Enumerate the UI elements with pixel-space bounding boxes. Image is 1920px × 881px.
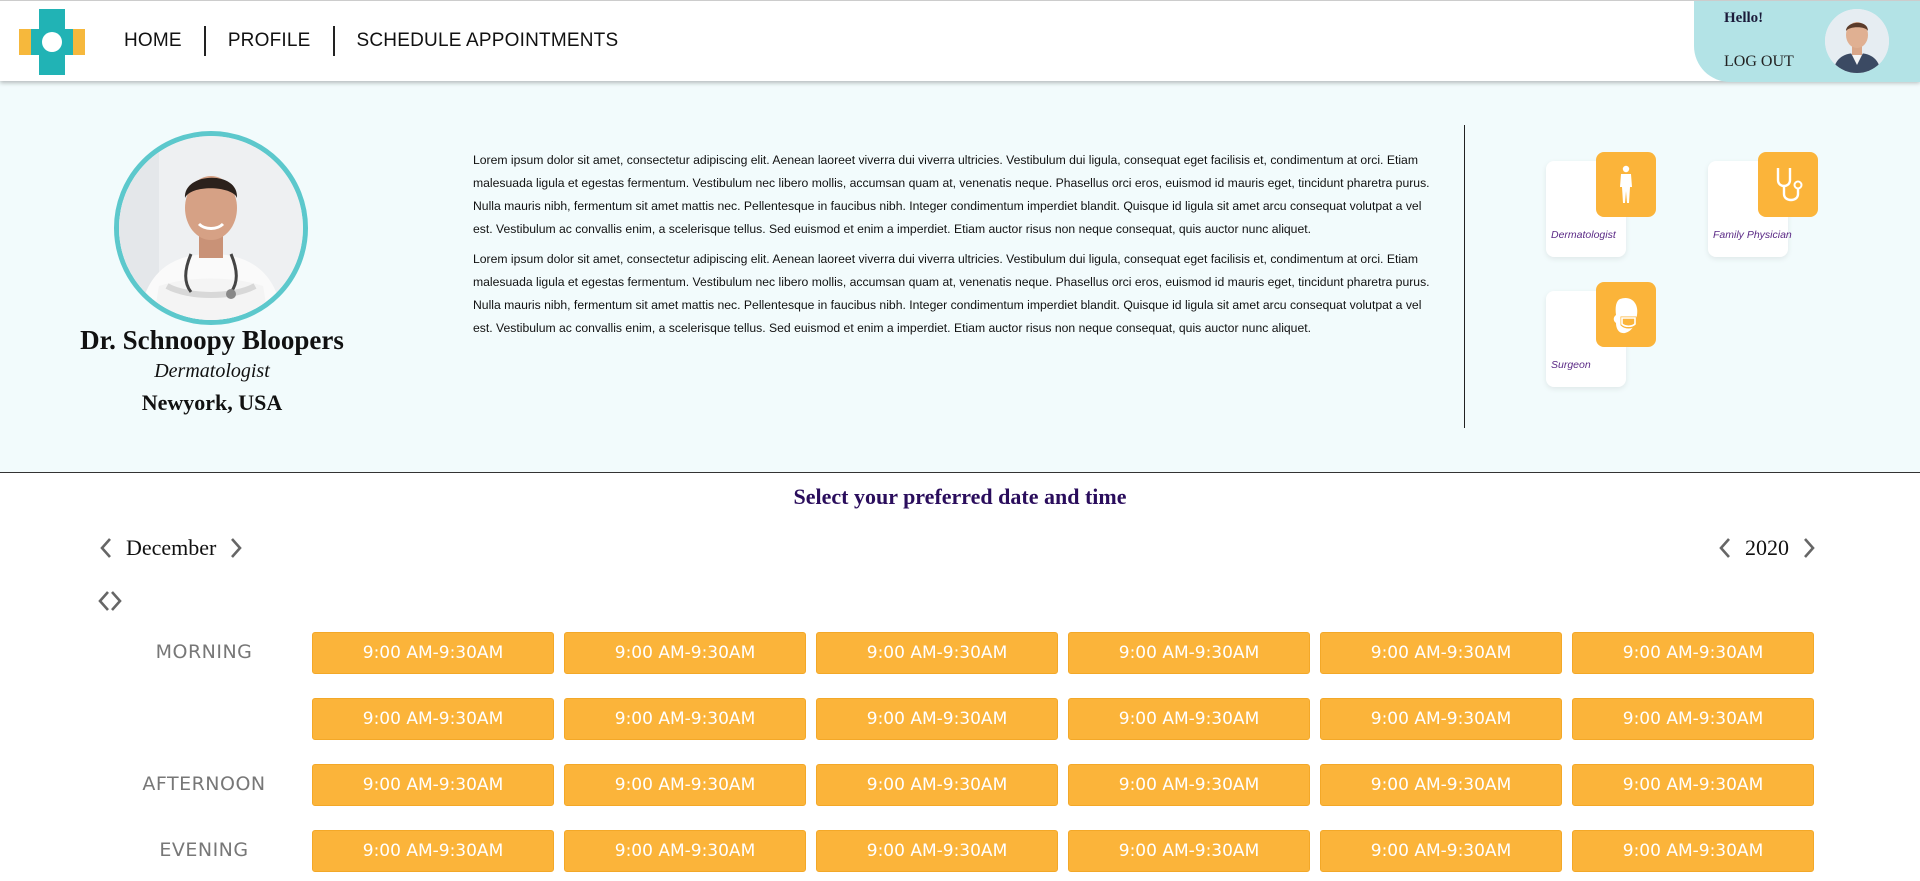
doctor-bio: Lorem ipsum dolor sit amet, consectetur … [473, 149, 1439, 347]
time-slot-button[interactable]: 9:00 AM-9:30AM [816, 698, 1058, 740]
human-body-icon [1596, 152, 1656, 217]
slot-row-morning-1: 9:00 AM-9:30AM 9:00 AM-9:30AM 9:00 AM-9:… [312, 632, 1814, 674]
year-label: 2020 [1745, 535, 1789, 560]
time-slot-button[interactable]: 9:00 AM-9:30AM [1572, 632, 1814, 674]
greeting-text: Hello! [1724, 10, 1764, 26]
doctor-name: Dr. Schnoopy Bloopers [80, 325, 344, 355]
month-selector: December [96, 534, 246, 562]
chevron-right-icon [231, 538, 243, 558]
user-avatar-icon [1825, 9, 1889, 73]
schedule-title: Select your preferred date and time [793, 484, 1127, 509]
nav-home-link[interactable]: HOME [102, 26, 204, 56]
period-label-evening: EVENING [159, 839, 249, 861]
doctor-portrait-icon [119, 136, 303, 320]
user-panel: Hello! LOG OUT [1694, 1, 1920, 82]
specialty-label: Dermatologist [1551, 229, 1616, 241]
time-slot-button[interactable]: 9:00 AM-9:30AM [816, 632, 1058, 674]
time-slot-button[interactable]: 9:00 AM-9:30AM [1068, 632, 1310, 674]
top-navbar: HOME PROFILE SCHEDULE APPOINTMENTS Hello… [0, 0, 1920, 82]
next-month-button[interactable] [226, 534, 246, 562]
time-slot-button[interactable]: 9:00 AM-9:30AM [312, 830, 554, 872]
time-slot-button[interactable]: 9:00 AM-9:30AM [1320, 698, 1562, 740]
time-slot-button[interactable]: 9:00 AM-9:30AM [816, 764, 1058, 806]
time-slot-button[interactable]: 9:00 AM-9:30AM [1068, 698, 1310, 740]
time-slot-button[interactable]: 9:00 AM-9:30AM [564, 698, 806, 740]
month-label: December [126, 535, 217, 560]
time-slot-button[interactable]: 9:00 AM-9:30AM [312, 764, 554, 806]
time-slot-button[interactable]: 9:00 AM-9:30AM [312, 698, 554, 740]
slot-row-evening: 9:00 AM-9:30AM 9:00 AM-9:30AM 9:00 AM-9:… [312, 830, 1814, 872]
nav-links: HOME PROFILE SCHEDULE APPOINTMENTS [102, 25, 640, 57]
chevron-left-icon [1719, 538, 1730, 558]
nav-schedule-link[interactable]: SCHEDULE APPOINTMENTS [335, 26, 641, 56]
time-slot-button[interactable]: 9:00 AM-9:30AM [1068, 764, 1310, 806]
logout-button[interactable]: LOG OUT [1724, 53, 1794, 71]
time-slot-button[interactable]: 9:00 AM-9:30AM [1068, 830, 1310, 872]
bio-paragraph: Lorem ipsum dolor sit amet, consectetur … [473, 252, 1430, 335]
vertical-divider [1464, 125, 1465, 428]
time-slot-button[interactable]: 9:00 AM-9:30AM [312, 632, 554, 674]
doctor-photo [114, 131, 308, 325]
time-slot-button[interactable]: 9:00 AM-9:30AM [1572, 830, 1814, 872]
slot-row-afternoon: 9:00 AM-9:30AM 9:00 AM-9:30AM 9:00 AM-9:… [312, 764, 1814, 806]
time-slot-button[interactable]: 9:00 AM-9:30AM [1572, 764, 1814, 806]
year-selector: 2020 [1715, 534, 1819, 562]
chevron-right-icon [1804, 538, 1815, 558]
user-avatar[interactable] [1825, 9, 1889, 73]
prev-month-button[interactable] [96, 534, 116, 562]
specialty-label: Surgeon [1551, 359, 1591, 371]
logo-icon[interactable] [19, 9, 85, 75]
time-slot-button[interactable]: 9:00 AM-9:30AM [1320, 764, 1562, 806]
time-slot-button[interactable]: 9:00 AM-9:30AM [564, 830, 806, 872]
time-slot-button[interactable]: 9:00 AM-9:30AM [1320, 632, 1562, 674]
doctor-location: Newyork, USA [141, 390, 283, 415]
time-slot-button[interactable]: 9:00 AM-9:30AM [1320, 830, 1562, 872]
doctor-specialty: Dermatologist [154, 360, 270, 382]
period-label-morning: MORNING [155, 641, 253, 663]
slot-row-morning-2: 9:00 AM-9:30AM 9:00 AM-9:30AM 9:00 AM-9:… [312, 698, 1814, 740]
prev-year-button[interactable] [1715, 534, 1735, 562]
time-slot-button[interactable]: 9:00 AM-9:30AM [564, 764, 806, 806]
period-label-afternoon: AFTERNOON [142, 773, 266, 795]
time-slot-button[interactable]: 9:00 AM-9:30AM [1572, 698, 1814, 740]
doctor-profile-section: Dr. Schnoopy Bloopers Dermatologist Newy… [0, 81, 1920, 473]
time-slot-button[interactable]: 9:00 AM-9:30AM [564, 632, 806, 674]
stethoscope-icon [1758, 152, 1818, 217]
surgeon-mask-icon [1596, 282, 1656, 347]
time-slot-button[interactable]: 9:00 AM-9:30AM [816, 830, 1058, 872]
chevron-left-icon [100, 538, 111, 558]
week-toggle-icon[interactable] [98, 589, 122, 613]
specialty-label: Family Physician [1713, 229, 1792, 241]
next-year-button[interactable] [1799, 534, 1819, 562]
bio-paragraph: Lorem ipsum dolor sit amet, consectetur … [473, 153, 1430, 236]
nav-profile-link[interactable]: PROFILE [206, 26, 333, 56]
